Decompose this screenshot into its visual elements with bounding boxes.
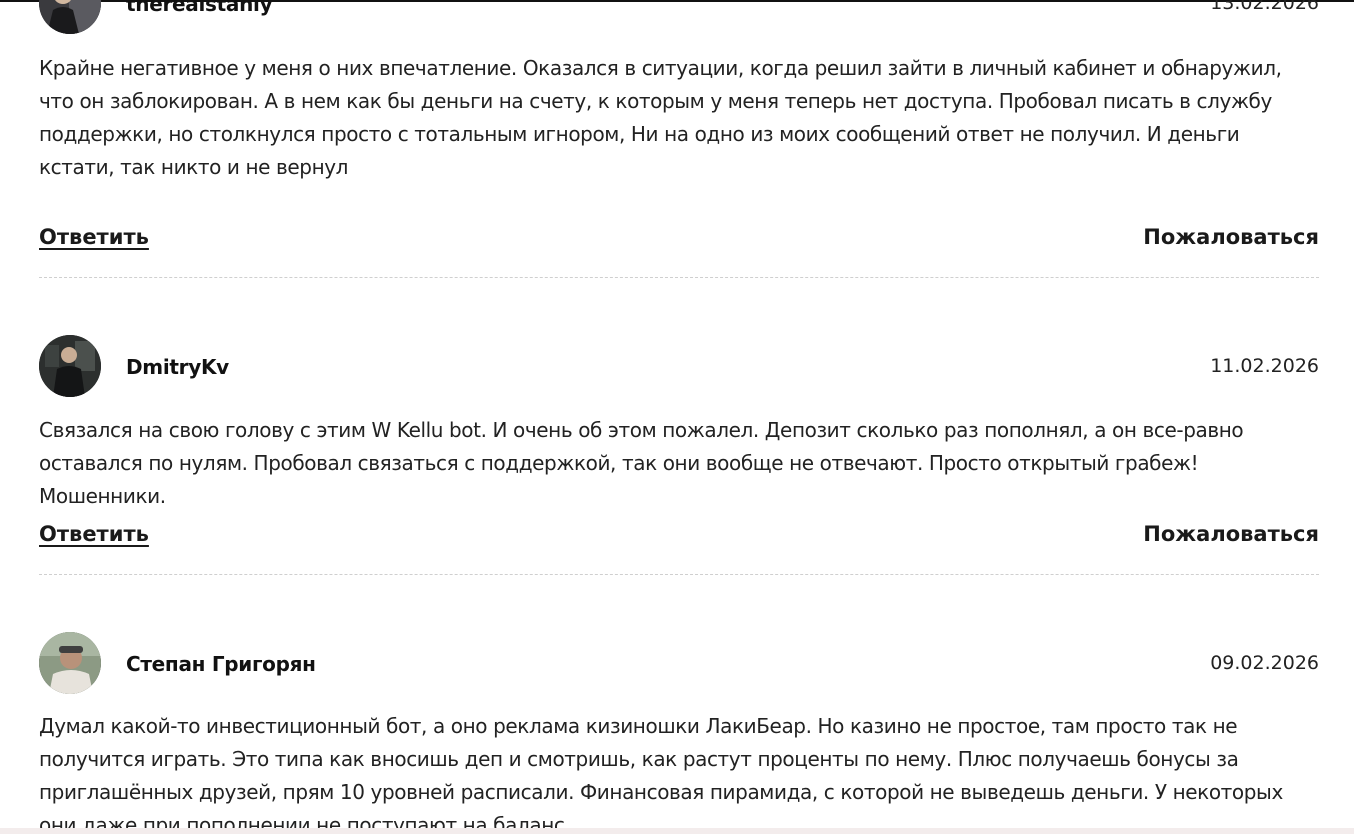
report-button[interactable]: Пожаловаться bbox=[1143, 225, 1319, 249]
bottom-edge bbox=[0, 828, 1354, 834]
comment-author[interactable]: therealstanly bbox=[126, 0, 273, 16]
comment-date: 13.02.2026 bbox=[1210, 0, 1319, 14]
comment-item: DmitryKv 11.02.2026 Связался на свою гол… bbox=[39, 335, 1319, 580]
comment-author[interactable]: DmitryKv bbox=[126, 355, 229, 379]
comment-divider bbox=[39, 574, 1319, 575]
comment-item: Степан Григорян 09.02.2026 Думал какой-т… bbox=[39, 632, 1319, 834]
avatar[interactable] bbox=[39, 335, 101, 397]
comment-date: 09.02.2026 bbox=[1210, 652, 1319, 674]
avatar[interactable] bbox=[39, 0, 101, 34]
comment-text: Думал какой-то инвестиционный бот, а оно… bbox=[39, 714, 1283, 834]
avatar[interactable] bbox=[39, 632, 101, 694]
reply-button[interactable]: Ответить bbox=[39, 522, 149, 546]
comment-text: Связался на свою голову с этим W Kellu b… bbox=[39, 418, 1244, 508]
avatar-photo-icon bbox=[39, 0, 101, 34]
comment-item: therealstanly 13.02.2026 Крайне негативн… bbox=[39, 0, 1319, 280]
report-button[interactable]: Пожаловаться bbox=[1143, 522, 1319, 546]
comment-author[interactable]: Степан Григорян bbox=[126, 652, 316, 676]
avatar-photo-icon bbox=[39, 335, 101, 397]
comment-divider bbox=[39, 277, 1319, 278]
avatar-photo-icon bbox=[39, 632, 101, 694]
comment-text: Крайне негативное у меня о них впечатлен… bbox=[39, 56, 1282, 179]
comment-date: 11.02.2026 bbox=[1210, 355, 1319, 377]
reply-button[interactable]: Ответить bbox=[39, 225, 149, 249]
